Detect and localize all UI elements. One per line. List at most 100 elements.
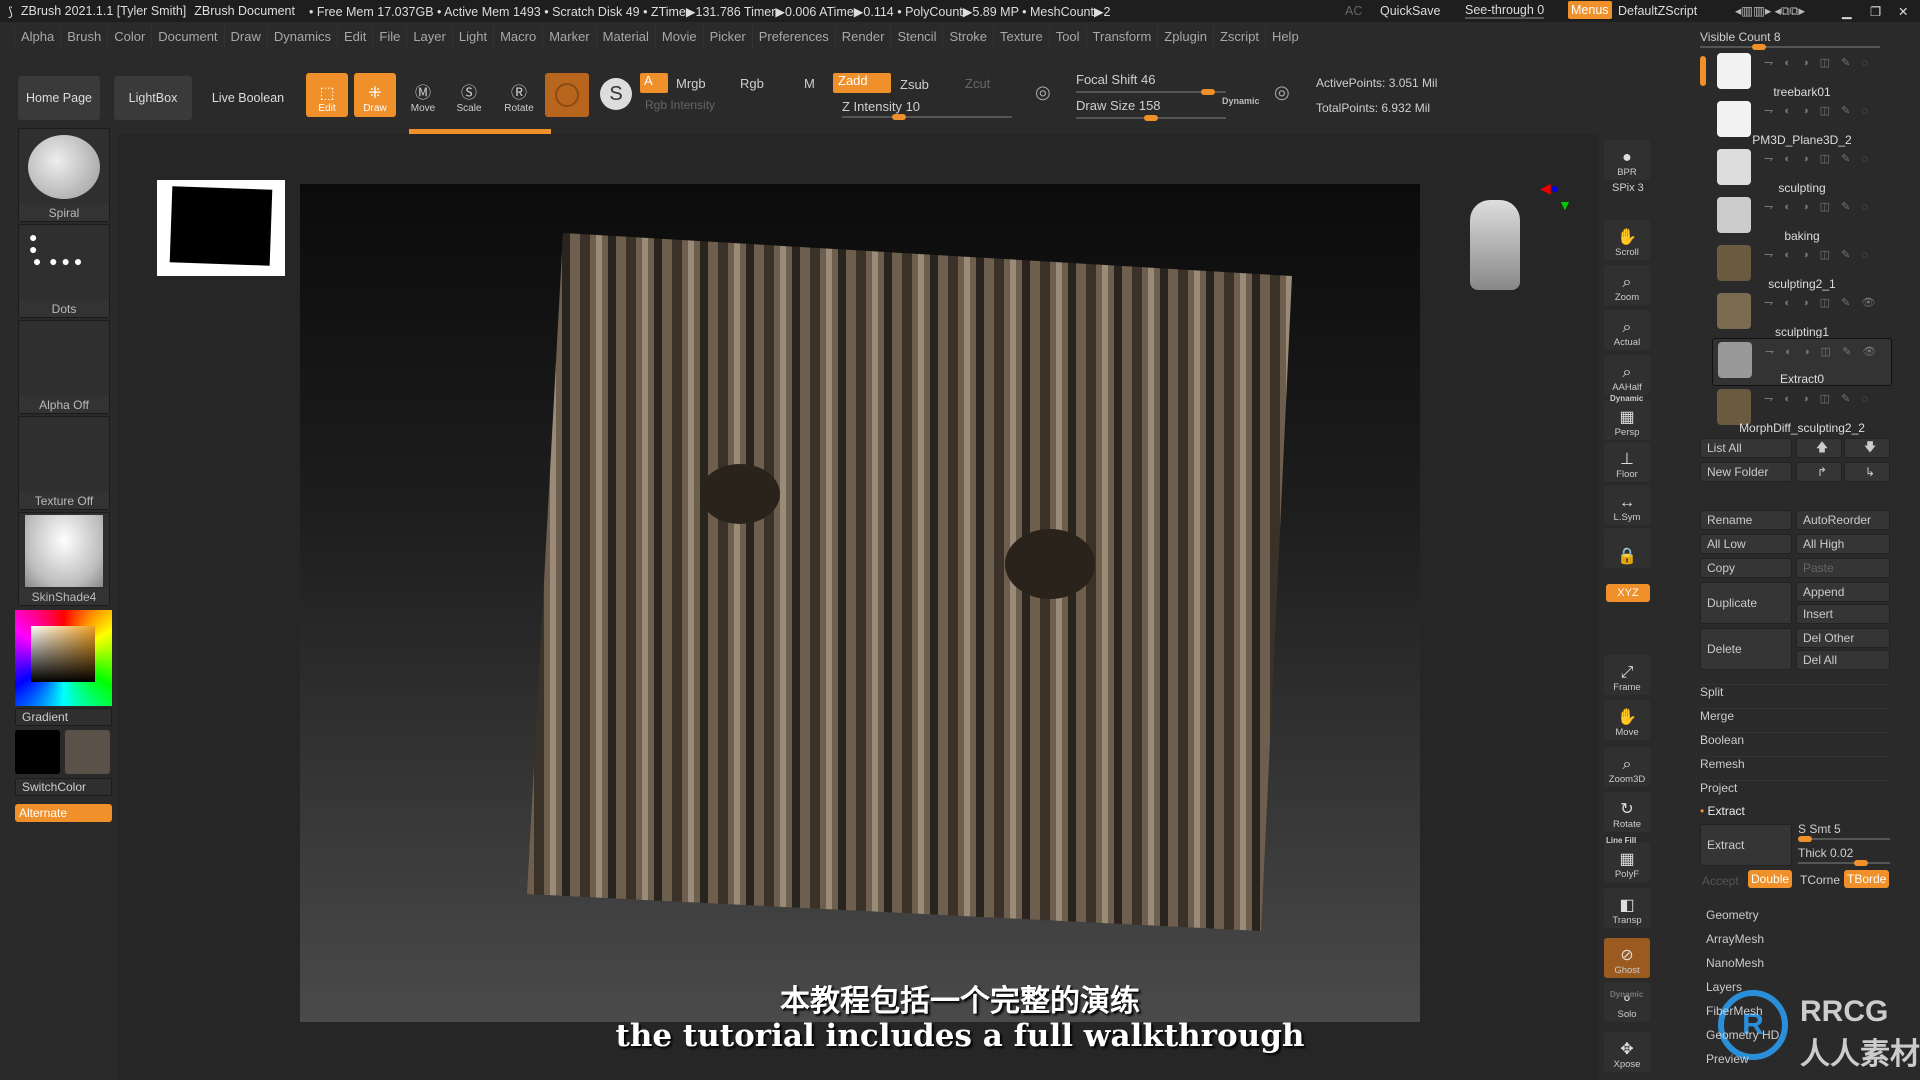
s-smt-slider[interactable]: S Smt 5 [1798, 822, 1890, 842]
zsub-button[interactable]: Zsub [900, 77, 929, 92]
ac-label[interactable]: AC [1345, 4, 1362, 18]
subtool-item[interactable]: ⇁ ◐ ◑ ◫ ✎ 👁 sculpting1 [1712, 290, 1892, 339]
menu-draw[interactable]: Draw [223, 26, 267, 48]
subtool-scrollbar[interactable] [1700, 56, 1706, 86]
section-project[interactable]: Project [1700, 780, 1890, 795]
visible-count-slider[interactable]: Visible Count 8 [1700, 30, 1880, 50]
shelf-bpr-button[interactable]: ● BPR [1604, 140, 1650, 180]
menu-zscript[interactable]: Zscript [1212, 26, 1265, 48]
shelf-transp-button[interactable]: ◧ Transp [1604, 888, 1650, 928]
rgb-intensity-slider[interactable]: Rgb Intensity [645, 98, 715, 112]
menu-alpha[interactable]: Alpha [14, 26, 60, 48]
paste-button[interactable]: Paste [1796, 558, 1890, 578]
rotate-button[interactable]: Ⓡ Rotate [498, 73, 540, 117]
shelf-aahalf-button[interactable]: ⌕ AAHalf [1604, 355, 1650, 395]
secondary-color-swatch[interactable] [65, 730, 110, 774]
extract-section-header[interactable]: • Extract [1700, 804, 1745, 818]
palette-preview[interactable]: Preview [1706, 1052, 1749, 1066]
menu-light[interactable]: Light [451, 26, 493, 48]
menu-movie[interactable]: Movie [654, 26, 703, 48]
double-toggle[interactable]: Double [1748, 870, 1793, 888]
extract-button[interactable]: Extract [1700, 824, 1792, 866]
move-down-arrow-icon[interactable]: 🡇 [1844, 438, 1890, 458]
layout-arrows-icon[interactable]: ◂▥▥▸ ◂⧉⧉▸ [1735, 3, 1805, 19]
xyz-symmetry-button[interactable]: XYZ [1606, 584, 1650, 602]
menu-dynamics[interactable]: Dynamics [266, 26, 337, 48]
subtool-item[interactable]: ⇁ ◐ ◑ ◫ ✎ ◌ sculpting2_1 [1712, 242, 1892, 291]
zcut-button[interactable]: Zcut [965, 76, 990, 91]
menu-render[interactable]: Render [834, 26, 891, 48]
zadd-button[interactable]: Zadd [833, 73, 891, 93]
shelf-persp-button[interactable]: ▦ Persp [1604, 400, 1650, 440]
tcorne-toggle[interactable]: TCorne [1800, 873, 1840, 887]
subtool-toggle-icons[interactable]: ⇁ ◐ ◑ ◫ ✎ ◌ [1764, 56, 1872, 69]
menu-stroke[interactable]: Stroke [942, 26, 993, 48]
move-button[interactable]: Ⓜ Move [402, 73, 444, 117]
insert-button[interactable]: Insert [1796, 604, 1890, 624]
shelf-floor-button[interactable]: ⊥ Floor [1604, 442, 1650, 482]
subtool-item[interactable]: ⇁ ◐ ◑ ◫ ✎ ◌ treebark01 [1712, 50, 1892, 99]
lazy-mouse-d-icon[interactable]: ◎ [1274, 82, 1290, 103]
list-all-button[interactable]: List All [1700, 438, 1792, 458]
main-color-swatch[interactable] [15, 730, 60, 774]
m-button[interactable]: M [804, 76, 815, 91]
focal-shift-slider[interactable]: Focal Shift 46 [1076, 72, 1226, 95]
del-all-button[interactable]: Del All [1796, 650, 1890, 670]
rgb-button[interactable]: Rgb [740, 76, 764, 91]
shelf-camera-lock-button[interactable]: 🔒 [1604, 528, 1650, 568]
all-high-button[interactable]: All High [1796, 534, 1890, 554]
subtool-toggle-icons[interactable]: ⇁ ◐ ◑ ◫ ✎ ◌ [1764, 152, 1872, 165]
folder-arrow-down-icon[interactable]: ↳ [1844, 462, 1890, 482]
palette-nanomesh[interactable]: NanoMesh [1706, 956, 1764, 970]
shelf-polyf-button[interactable]: ▦ PolyF [1604, 842, 1650, 882]
draw-size-slider[interactable]: Draw Size 158 [1076, 98, 1226, 121]
tborde-toggle[interactable]: TBorde [1844, 870, 1890, 888]
shelf-zoom-button[interactable]: ⌕ Zoom [1604, 265, 1650, 305]
quicksave-button[interactable]: QuickSave [1380, 4, 1440, 18]
brush-button[interactable]: Spiral [18, 128, 110, 222]
navigator-thumbnail[interactable] [157, 180, 285, 276]
section-split[interactable]: Split [1700, 684, 1890, 699]
texture-button[interactable]: Texture Off [18, 416, 110, 510]
stroke-s-icon[interactable]: S [600, 78, 632, 110]
section-merge[interactable]: Merge [1700, 708, 1890, 723]
palette-layers[interactable]: Layers [1706, 980, 1742, 994]
copy-button[interactable]: Copy [1700, 558, 1792, 578]
subtool-toggle-icons[interactable]: ⇁ ◐ ◑ ◫ ✎ ◌ [1764, 248, 1872, 261]
move-up-arrow-icon[interactable]: 🡅 [1796, 438, 1842, 458]
scale-button[interactable]: Ⓢ Scale [448, 73, 490, 117]
mrgb-button[interactable]: Mrgb [676, 76, 706, 91]
see-through-slider[interactable]: See-through 0 [1465, 3, 1545, 19]
subtool-toggle-icons[interactable]: ⇁ ◐ ◑ ◫ ✎ ◌ [1764, 104, 1872, 117]
new-folder-button[interactable]: New Folder [1700, 462, 1792, 482]
edit-button[interactable]: ⬚ Edit [306, 73, 348, 117]
section-remesh[interactable]: Remesh [1700, 756, 1890, 771]
palette-fibermesh[interactable]: FiberMesh [1706, 1004, 1763, 1018]
stroke-button[interactable]: ● ● ● ● ● ● Dots [18, 224, 110, 318]
section-boolean[interactable]: Boolean [1700, 732, 1890, 747]
menu-transform[interactable]: Transform [1085, 26, 1158, 48]
subtool-toggle-icons[interactable]: ⇁ ◐ ◑ ◫ ✎ ◌ [1764, 392, 1872, 405]
rename-button[interactable]: Rename [1700, 510, 1792, 530]
menu-file[interactable]: File [372, 26, 406, 48]
default-zscript-button[interactable]: DefaultZScript [1618, 4, 1697, 18]
append-button[interactable]: Append [1796, 582, 1890, 602]
menu-color[interactable]: Color [107, 26, 151, 48]
alpha-button[interactable]: Alpha Off [18, 320, 110, 414]
draw-button[interactable]: ⁜ Draw [354, 73, 396, 117]
live-boolean-button[interactable]: Live Boolean [204, 76, 292, 120]
close-icon[interactable]: ✕ [1898, 4, 1908, 19]
lightbox-button[interactable]: LightBox [114, 76, 192, 120]
menu-tool[interactable]: Tool [1048, 26, 1086, 48]
subtool-item[interactable]: ⇁ ◐ ◑ ◫ ✎ ◌ baking [1712, 194, 1892, 243]
shelf-solo-button[interactable]: ⚬ Solo [1604, 982, 1650, 1022]
orientation-head-gizmo[interactable] [1470, 200, 1520, 290]
menu-layer[interactable]: Layer [406, 26, 452, 48]
menus-button[interactable]: Menus [1568, 1, 1612, 19]
shelf-zoom3d-button[interactable]: ⌕ Zoom3D [1604, 747, 1650, 787]
menu-texture[interactable]: Texture [993, 26, 1049, 48]
duplicate-button[interactable]: Duplicate [1700, 582, 1792, 624]
subtool-toggle-icons[interactable]: ⇁ ◐ ◑ ◫ ✎ 👁 [1764, 296, 1879, 309]
menu-preferences[interactable]: Preferences [751, 26, 835, 48]
home-page-button[interactable]: Home Page [18, 76, 100, 120]
